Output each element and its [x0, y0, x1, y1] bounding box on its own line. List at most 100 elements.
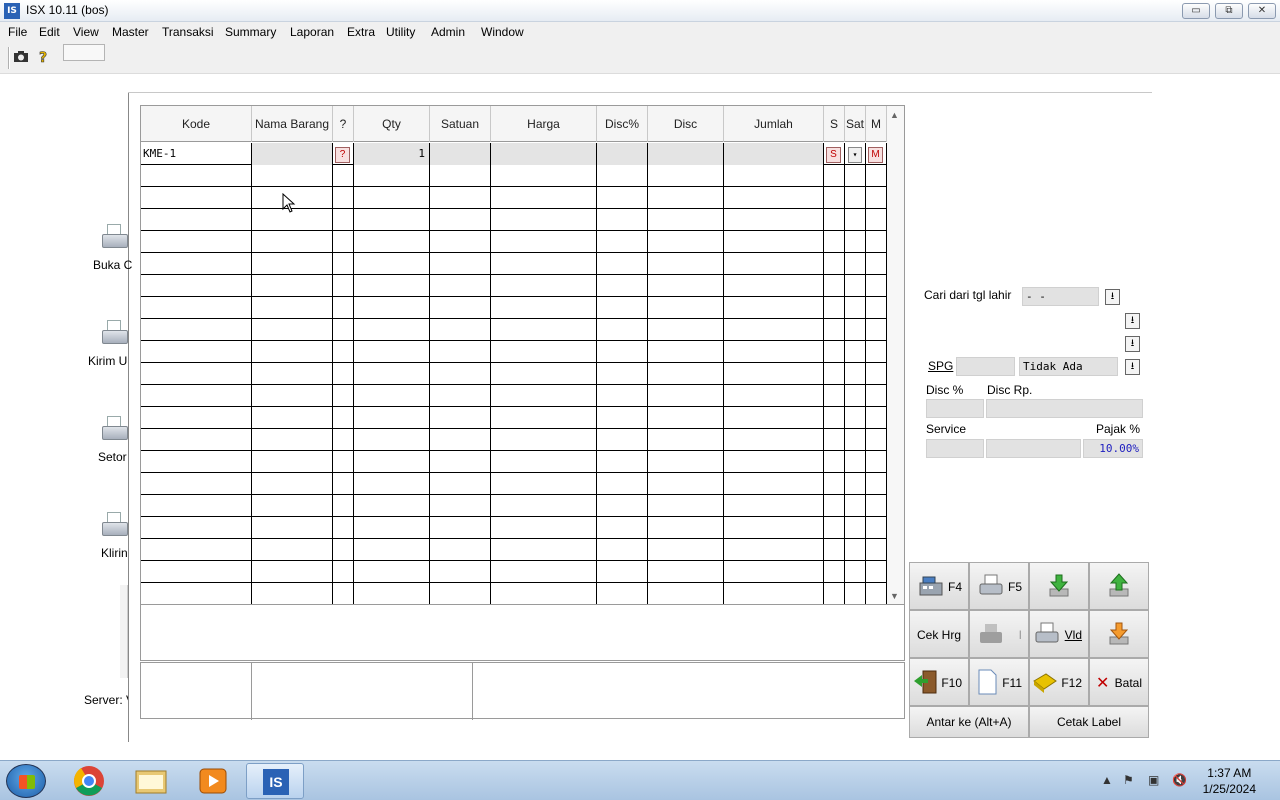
- f10-button[interactable]: F10: [909, 658, 969, 706]
- cell-m[interactable]: [866, 363, 887, 385]
- cell-jumlah[interactable]: [724, 253, 824, 275]
- printer-icon[interactable]: [100, 320, 130, 354]
- cell-qty[interactable]: [354, 275, 430, 297]
- camera-icon[interactable]: [13, 49, 29, 65]
- cell-sat[interactable]: [845, 385, 866, 407]
- cell-jumlah[interactable]: [724, 473, 824, 495]
- cell-sat[interactable]: [845, 253, 866, 275]
- cell-jumlah[interactable]: [724, 363, 824, 385]
- cell-jumlah[interactable]: [724, 341, 824, 363]
- cell-s[interactable]: [824, 407, 845, 429]
- cell-satuan[interactable]: [430, 187, 491, 209]
- cell-sat[interactable]: [845, 451, 866, 473]
- cell-question[interactable]: [333, 583, 354, 604]
- cell-sat[interactable]: [845, 341, 866, 363]
- cell-satuan[interactable]: [430, 341, 491, 363]
- col-sat[interactable]: Sat: [845, 106, 866, 142]
- cell-satuan[interactable]: [430, 297, 491, 319]
- cek-hrg-button[interactable]: Cek Hrg: [909, 610, 969, 658]
- cell-harga[interactable]: [491, 209, 597, 231]
- cell-s[interactable]: [824, 583, 845, 604]
- cell-satuan[interactable]: [430, 451, 491, 473]
- cell-harga[interactable]: [491, 363, 597, 385]
- menu-utility[interactable]: Utility: [386, 25, 415, 39]
- cell-jumlah[interactable]: [724, 143, 824, 165]
- explorer-taskbar-button[interactable]: [122, 763, 180, 799]
- cell-qty[interactable]: [354, 187, 430, 209]
- cell-s[interactable]: [824, 429, 845, 451]
- table-row[interactable]: [141, 429, 887, 451]
- table-row[interactable]: [141, 539, 887, 561]
- cell-harga[interactable]: [491, 297, 597, 319]
- menu-view[interactable]: View: [73, 25, 99, 39]
- cell-satuan[interactable]: [430, 517, 491, 539]
- cell-harga[interactable]: [491, 517, 597, 539]
- cell-qty[interactable]: [354, 341, 430, 363]
- cell-nama-barang[interactable]: [252, 385, 333, 407]
- cell-nama-barang[interactable]: [252, 297, 333, 319]
- download-icon[interactable]: ⭳: [1105, 289, 1120, 305]
- cell-jumlah[interactable]: [724, 275, 824, 297]
- cell-s[interactable]: [824, 451, 845, 473]
- col-question[interactable]: ?: [333, 106, 354, 142]
- cell-question[interactable]: [333, 275, 354, 297]
- cell-m[interactable]: [866, 341, 887, 363]
- cell-satuan[interactable]: [430, 539, 491, 561]
- cell-question[interactable]: [333, 253, 354, 275]
- cell-harga[interactable]: [491, 143, 597, 165]
- cell-disc[interactable]: [648, 231, 724, 253]
- cell-kode[interactable]: [141, 275, 252, 297]
- cell-disc[interactable]: [648, 429, 724, 451]
- cell-qty[interactable]: [354, 363, 430, 385]
- cell-m[interactable]: [866, 561, 887, 583]
- printer-icon[interactable]: [100, 416, 130, 450]
- shortcut-buka-label[interactable]: Buka C: [93, 258, 135, 272]
- table-row[interactable]: [141, 231, 887, 253]
- cell-sat[interactable]: [845, 231, 866, 253]
- vld-button[interactable]: Vld: [1029, 610, 1089, 658]
- cell-disc-pct[interactable]: [597, 407, 648, 429]
- cell-harga[interactable]: [491, 473, 597, 495]
- cell-question[interactable]: [333, 187, 354, 209]
- media-taskbar-button[interactable]: [184, 763, 242, 799]
- cell-satuan[interactable]: [430, 385, 491, 407]
- cell-nama-barang[interactable]: [252, 341, 333, 363]
- cell-jumlah[interactable]: [724, 583, 824, 604]
- cell-sat[interactable]: [845, 583, 866, 604]
- cell-sat[interactable]: [845, 495, 866, 517]
- cell-kode[interactable]: [141, 539, 252, 561]
- help-icon[interactable]: ?: [36, 49, 52, 67]
- cell-sat[interactable]: [845, 561, 866, 583]
- cell-satuan[interactable]: [430, 407, 491, 429]
- cell-qty[interactable]: [354, 517, 430, 539]
- pajak-field[interactable]: 10.00%: [1083, 439, 1143, 458]
- cell-m[interactable]: [866, 583, 887, 604]
- cell-disc-pct[interactable]: [597, 143, 648, 165]
- cell-jumlah[interactable]: [724, 319, 824, 341]
- cell-harga[interactable]: [491, 561, 597, 583]
- menu-edit[interactable]: Edit: [39, 25, 60, 39]
- cell-s[interactable]: [824, 231, 845, 253]
- cell-disc-pct[interactable]: [597, 253, 648, 275]
- f12-button[interactable]: F12: [1029, 658, 1089, 706]
- cell-question[interactable]: [333, 407, 354, 429]
- cell-kode[interactable]: [141, 517, 252, 539]
- cell-question[interactable]: [333, 429, 354, 451]
- start-button[interactable]: [6, 764, 46, 798]
- cell-harga[interactable]: [491, 385, 597, 407]
- cell-kode[interactable]: [141, 561, 252, 583]
- col-s[interactable]: S: [824, 106, 845, 142]
- cell-harga[interactable]: [491, 495, 597, 517]
- cell-qty[interactable]: [354, 165, 430, 187]
- cell-m[interactable]: [866, 253, 887, 275]
- shortcut-kirim-label[interactable]: Kirim U: [88, 354, 130, 368]
- table-row[interactable]: [141, 583, 887, 604]
- cell-qty[interactable]: [354, 407, 430, 429]
- cell-nama-barang[interactable]: [252, 517, 333, 539]
- cell-sat[interactable]: [845, 209, 866, 231]
- cell-sat[interactable]: [845, 187, 866, 209]
- cell-nama-barang[interactable]: [252, 253, 333, 275]
- cell-harga[interactable]: [491, 319, 597, 341]
- cell-disc-pct[interactable]: [597, 231, 648, 253]
- cell-nama-barang[interactable]: [252, 495, 333, 517]
